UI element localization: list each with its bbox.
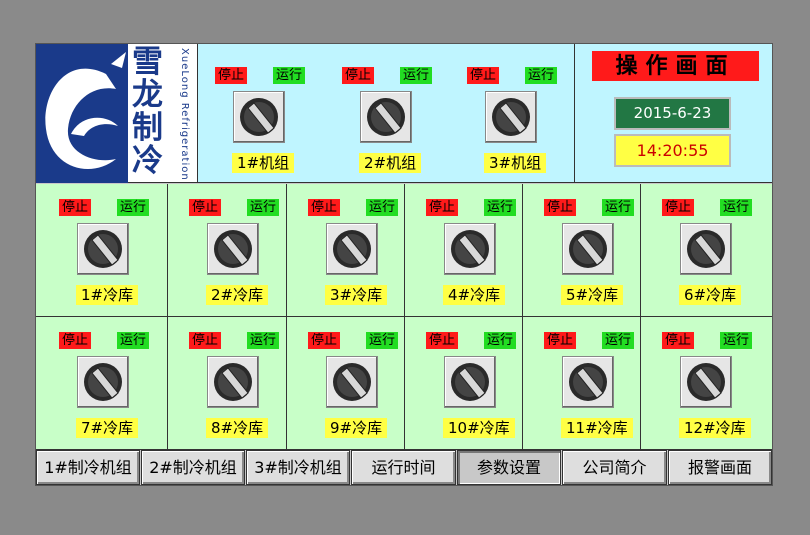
room-stop-indicator: 停止 [189,332,222,349]
time-display: 14:20:55 [614,134,731,167]
room-stop-indicator: 停止 [662,332,695,349]
room-label: 6#冷库 [679,285,742,305]
room-run-indicator: 运行 [602,332,635,349]
room-label: 5#冷库 [561,285,624,305]
unit-run-indicator: 运行 [525,67,558,84]
room-stop-indicator: 停止 [308,199,341,216]
room-run-indicator: 运行 [484,199,517,216]
room-stop-indicator: 停止 [544,199,577,216]
room-run-indicator: 运行 [602,199,635,216]
unit-label: 2#机组 [359,153,422,173]
nav-button[interactable]: 运行时间 [351,450,456,485]
unit-stop-indicator: 停止 [215,67,248,84]
unit-stop-indicator: 停止 [467,67,500,84]
room-run-indicator: 运行 [484,332,517,349]
room-label: 4#冷库 [443,285,506,305]
unit-switch[interactable] [485,91,537,143]
nav-button[interactable]: 报警画面 [668,450,772,485]
unit-run-indicator: 运行 [273,67,306,84]
room-run-indicator: 运行 [117,199,150,216]
nav-button[interactable]: 3#制冷机组 [246,450,350,485]
room-run-indicator: 运行 [117,332,150,349]
nav-button[interactable]: 1#制冷机组 [36,450,140,485]
nav-button[interactable]: 参数设置 [457,450,561,485]
room-switch[interactable] [680,356,732,408]
room-switch[interactable] [444,356,496,408]
room-label: 9#冷库 [325,418,388,438]
room-switch[interactable] [326,223,378,275]
room-run-indicator: 运行 [720,199,753,216]
room-label: 7#冷库 [76,418,139,438]
room-label: 2#冷库 [206,285,269,305]
room-label: 12#冷库 [679,418,751,438]
logo-name-zh: 雪龙制冷 [132,44,163,179]
room-stop-indicator: 停止 [189,199,222,216]
unit-stop-indicator: 停止 [342,67,375,84]
room-switch[interactable] [680,223,732,275]
unit-label: 1#机组 [232,153,295,173]
room-switch[interactable] [207,356,259,408]
room-run-indicator: 运行 [720,332,753,349]
room-stop-indicator: 停止 [59,199,92,216]
page-title: 操作画面 [592,51,759,81]
room-switch[interactable] [77,356,129,408]
room-label: 8#冷库 [206,418,269,438]
room-run-indicator: 运行 [247,332,280,349]
logo-name-en: XueLong Refrigeration [179,48,190,181]
room-stop-indicator: 停止 [59,332,92,349]
room-stop-indicator: 停止 [662,199,695,216]
room-label: 1#冷库 [76,285,139,305]
room-switch[interactable] [207,223,259,275]
unit-switch[interactable] [233,91,285,143]
room-run-indicator: 运行 [366,199,399,216]
nav-button[interactable]: 2#制冷机组 [141,450,245,485]
nav-button[interactable]: 公司简介 [562,450,667,485]
room-stop-indicator: 停止 [426,199,459,216]
room-switch[interactable] [326,356,378,408]
company-logo: 雪龙制冷 XueLong Refrigeration [36,44,198,183]
date-display: 2015-6-23 [614,97,731,130]
room-switch[interactable] [77,223,129,275]
room-switch[interactable] [562,356,614,408]
room-run-indicator: 运行 [247,199,280,216]
dragon-logo-icon [36,44,128,183]
room-stop-indicator: 停止 [308,332,341,349]
room-label: 11#冷库 [561,418,633,438]
unit-switch[interactable] [360,91,412,143]
room-switch[interactable] [562,223,614,275]
room-stop-indicator: 停止 [544,332,577,349]
room-run-indicator: 运行 [366,332,399,349]
room-label: 3#冷库 [325,285,388,305]
unit-run-indicator: 运行 [400,67,433,84]
room-label: 10#冷库 [443,418,515,438]
unit-label: 3#机组 [484,153,547,173]
room-stop-indicator: 停止 [426,332,459,349]
room-switch[interactable] [444,223,496,275]
